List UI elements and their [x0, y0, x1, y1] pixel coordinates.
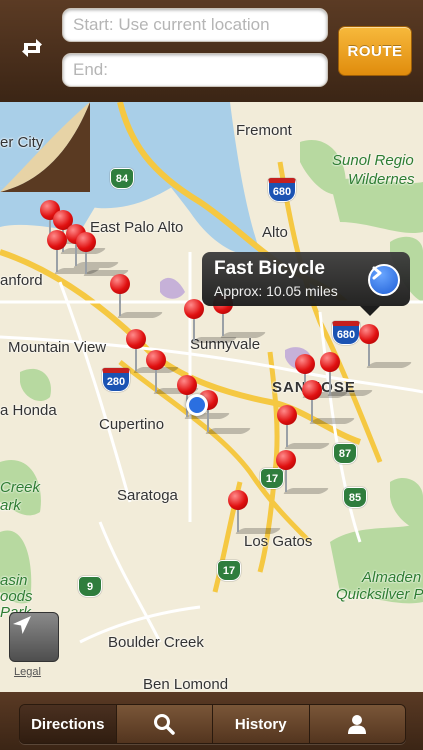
tab-profile[interactable]: [309, 705, 405, 743]
end-input[interactable]: [62, 53, 328, 87]
map-view[interactable]: er City Fremont East Palo Alto Alto anfo…: [0, 102, 423, 692]
callout-subtitle: Approx: 10.05 miles: [214, 283, 338, 299]
route-button[interactable]: ROUTE: [338, 26, 412, 76]
tab-directions[interactable]: Directions: [20, 705, 117, 743]
route-callout[interactable]: Fast Bicycle Approx: 10.05 miles: [202, 252, 410, 316]
bottom-tab-bar: Directions History: [0, 692, 423, 750]
interstate-shield: 680: [332, 321, 360, 345]
place-label: Cupertino: [99, 416, 165, 433]
highway-shield: 17: [260, 468, 284, 489]
park-label: oods: [0, 588, 33, 605]
current-location-dot: [186, 394, 208, 416]
person-icon: [348, 715, 367, 734]
callout-title: Fast Bicycle: [214, 258, 325, 279]
location-arrow-icon[interactable]: [9, 612, 59, 662]
highway-shield: 9: [78, 576, 102, 597]
tab-history-label: History: [234, 715, 287, 733]
highway-shield: 84: [110, 168, 134, 189]
place-label: Ben Lomond: [143, 676, 229, 692]
park-label: asin: [0, 572, 28, 589]
place-label: Los Gatos: [244, 533, 313, 550]
tab-directions-label: Directions: [31, 715, 105, 733]
place-label: Mountain View: [8, 339, 107, 356]
place-label: Boulder Creek: [108, 634, 204, 651]
park-label: Creek: [0, 479, 41, 496]
page-curl-icon[interactable]: [0, 102, 90, 192]
top-bar: ROUTE: [0, 0, 423, 102]
park-label: ark: [0, 497, 21, 514]
legal-link[interactable]: Legal: [14, 666, 41, 678]
highway-shield: 17: [217, 560, 241, 581]
place-label: Alto: [262, 224, 288, 241]
interstate-shield: 680: [268, 178, 296, 202]
place-label: Saratoga: [117, 487, 178, 504]
swap-arrows-icon[interactable]: [14, 30, 50, 66]
highway-shield: 85: [343, 487, 367, 508]
park-label: Wildernes: [348, 171, 415, 188]
place-label: Fremont: [236, 122, 292, 139]
start-input[interactable]: [62, 8, 328, 42]
place-label: anford: [0, 272, 43, 289]
park-label: Almaden: [362, 569, 422, 586]
disclosure-arrow-icon[interactable]: [368, 264, 400, 296]
park-label: Sunol Regio: [332, 152, 414, 169]
place-label: East Palo Alto: [90, 219, 184, 236]
segmented-control: Directions History: [19, 704, 406, 744]
park-label: Quicksilver Par: [336, 586, 423, 603]
place-label: a Honda: [0, 402, 57, 419]
interstate-shield: 280: [102, 368, 130, 392]
search-icon: [154, 714, 175, 735]
tab-search[interactable]: [116, 705, 213, 743]
highway-shield: 87: [333, 443, 357, 464]
tab-history[interactable]: History: [213, 705, 310, 743]
